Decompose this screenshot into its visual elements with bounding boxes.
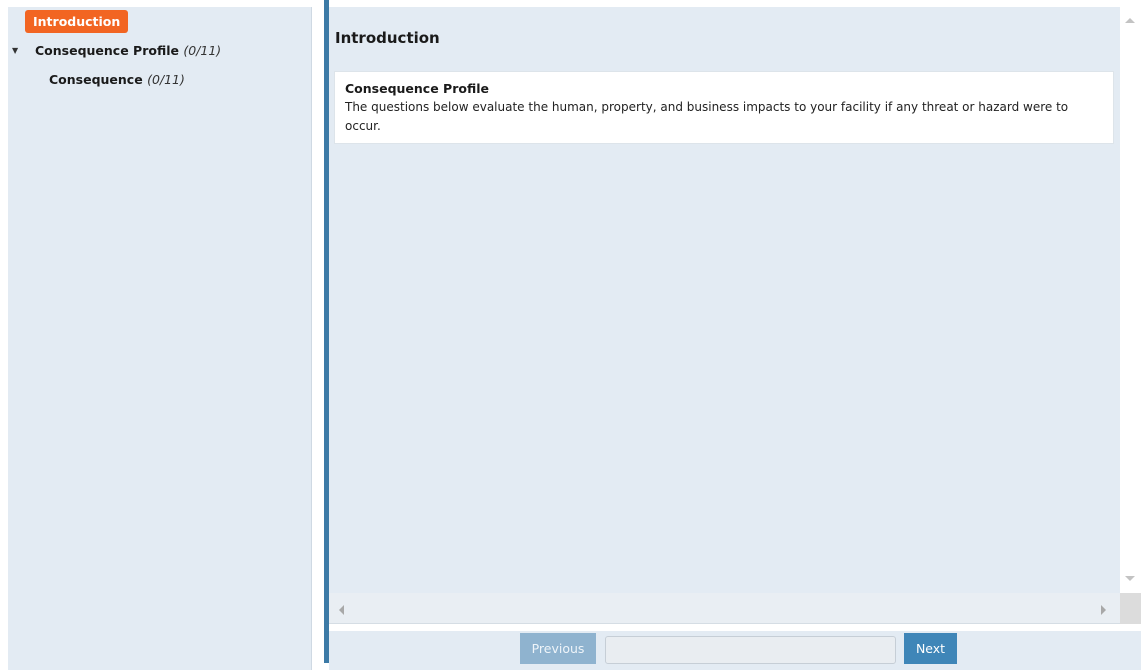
sidebar-item-count: (0/11): [183, 43, 222, 58]
vertical-scrollbar[interactable]: [1120, 0, 1141, 593]
previous-button[interactable]: Previous: [520, 633, 596, 664]
accent-bar: [324, 0, 329, 663]
sidebar-item-introduction[interactable]: Introduction: [25, 10, 129, 33]
progress-bar: [605, 636, 896, 664]
card-title: Consequence Profile: [345, 81, 489, 96]
sidebar-item-consequence[interactable]: Consequence (0/11): [49, 71, 185, 89]
pane-splitter[interactable]: [312, 7, 324, 670]
sidebar-item-label: Introduction: [33, 14, 121, 29]
scrollbar-corner: [1120, 593, 1141, 624]
scroll-down-arrow-icon[interactable]: [1125, 576, 1135, 581]
main-content: Introduction Consequence Profile The que…: [329, 7, 1120, 600]
horizontal-scrollbar[interactable]: [329, 593, 1120, 624]
intro-card: Consequence Profile The questions below …: [334, 71, 1114, 144]
next-button[interactable]: Next: [904, 633, 957, 664]
sidebar-item-consequence-profile[interactable]: Consequence Profile (0/11): [35, 42, 221, 60]
sidebar: Introduction ▼ Consequence Profile (0/11…: [8, 7, 312, 670]
scroll-left-arrow-icon[interactable]: [339, 605, 344, 615]
scroll-up-arrow-icon[interactable]: [1125, 18, 1135, 23]
scroll-right-arrow-icon[interactable]: [1101, 605, 1106, 615]
sidebar-item-count: (0/11): [147, 72, 185, 87]
page-title: Introduction: [335, 29, 440, 47]
sidebar-item-label: Consequence: [49, 72, 143, 87]
caret-down-icon[interactable]: ▼: [12, 46, 18, 55]
card-body: The questions below evaluate the human, …: [345, 100, 1069, 133]
sidebar-item-label: Consequence Profile: [35, 43, 179, 58]
app-window: Introduction ▼ Consequence Profile (0/11…: [0, 7, 1141, 670]
